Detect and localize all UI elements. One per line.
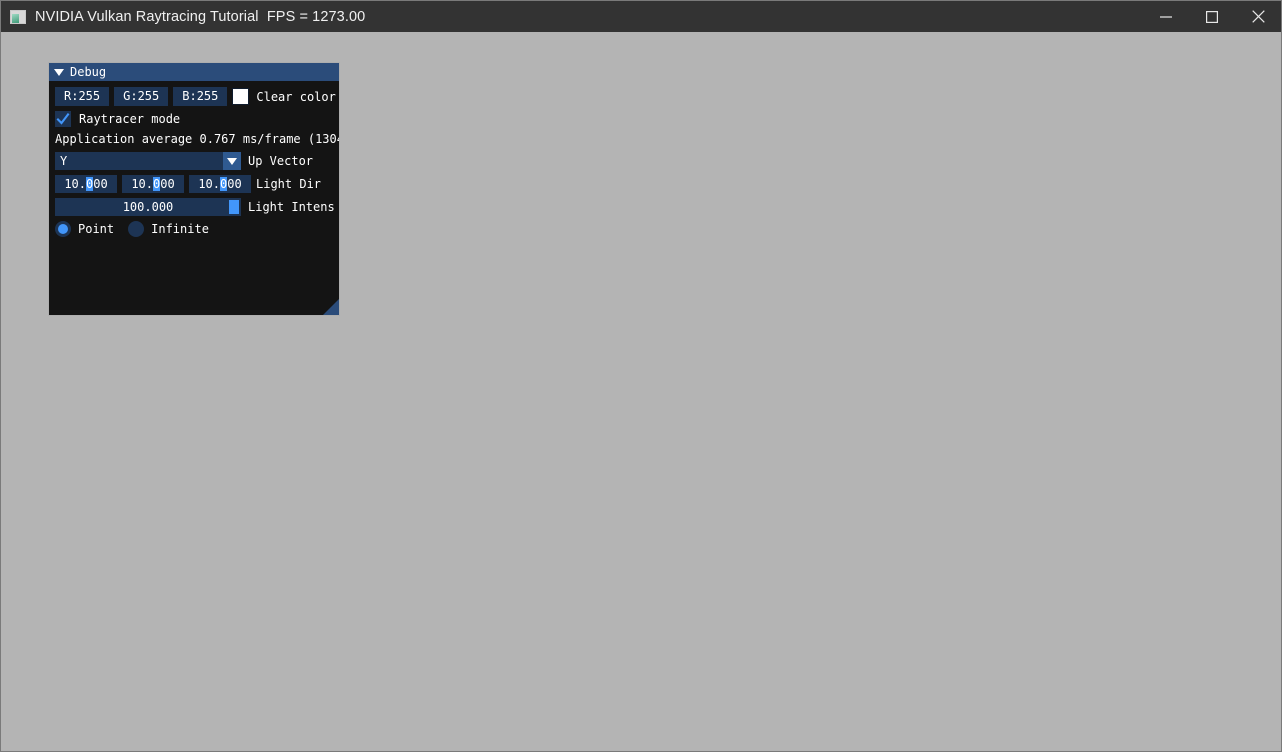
light-intensity-slider[interactable]: 100.000 xyxy=(55,198,241,216)
light-intensity-row: 100.000 Light Intens xyxy=(55,198,339,216)
triangle-down-icon[interactable] xyxy=(54,68,64,76)
light-type-row: Point Infinite xyxy=(55,221,339,237)
minimize-icon xyxy=(1160,11,1172,23)
close-icon xyxy=(1251,10,1265,23)
debug-panel-body: R:255 G:255 B:255 Clear color Raytracer … xyxy=(49,81,339,315)
up-vector-row: Y Up Vector xyxy=(55,152,339,170)
up-vector-label: Up Vector xyxy=(248,154,314,168)
clear-color-g-button[interactable]: G:255 xyxy=(114,87,169,106)
debug-panel: Debug R:255 G:255 B:255 Clear color Rayt… xyxy=(48,62,340,316)
light-intensity-value: 100.000 xyxy=(122,200,174,214)
light-dir-x-prefix: 10. xyxy=(64,177,86,191)
light-dir-y-prefix: 10. xyxy=(131,177,153,191)
debug-panel-title: Debug xyxy=(70,65,107,79)
clear-color-swatch[interactable] xyxy=(232,88,250,105)
maximize-button[interactable] xyxy=(1189,1,1235,32)
light-dir-x-field[interactable]: 10.000 xyxy=(55,175,117,193)
resize-grip-icon[interactable] xyxy=(323,299,339,315)
window-title-text: NVIDIA Vulkan Raytracing Tutorial FPS = … xyxy=(35,8,366,25)
window-app-icon xyxy=(10,9,26,24)
light-dir-y-suffix: 00 xyxy=(160,177,175,191)
clear-color-label: Clear color xyxy=(256,89,336,104)
light-intensity-slider-grab[interactable] xyxy=(229,200,239,214)
raytracer-mode-checkbox[interactable] xyxy=(55,111,71,127)
debug-panel-title-bar[interactable]: Debug xyxy=(49,63,339,81)
light-intensity-label: Light Intens xyxy=(248,200,335,214)
light-type-infinite-radio[interactable] xyxy=(128,221,145,237)
light-type-infinite-label: Infinite xyxy=(151,222,209,236)
render-viewport: Debug R:255 G:255 B:255 Clear color Rayt… xyxy=(1,32,1281,751)
clear-color-r-button[interactable]: R:255 xyxy=(55,87,110,106)
clear-color-b-button[interactable]: B:255 xyxy=(173,87,228,106)
window-controls xyxy=(1143,1,1281,32)
close-button[interactable] xyxy=(1235,1,1281,32)
raytracer-mode-row: Raytracer mode xyxy=(55,111,339,127)
light-type-point-radio[interactable] xyxy=(55,221,71,237)
up-vector-combo[interactable]: Y xyxy=(55,152,241,170)
chevron-down-icon xyxy=(227,157,237,165)
light-type-point-label: Point xyxy=(78,222,115,236)
light-dir-z-field[interactable]: 10.000 xyxy=(189,175,251,193)
light-dir-y-field[interactable]: 10.000 xyxy=(122,175,184,193)
light-dir-z-suffix: 00 xyxy=(227,177,242,191)
maximize-icon xyxy=(1206,10,1218,23)
raytracer-mode-label: Raytracer mode xyxy=(79,112,181,126)
light-dir-z-prefix: 10. xyxy=(198,177,220,191)
application-window: NVIDIA Vulkan Raytracing Tutorial FPS = … xyxy=(0,0,1282,752)
clear-color-row: R:255 G:255 B:255 Clear color xyxy=(55,87,339,106)
light-dir-label: Light Dir xyxy=(256,177,322,191)
up-vector-value: Y xyxy=(60,154,68,168)
window-title-bar[interactable]: NVIDIA Vulkan Raytracing Tutorial FPS = … xyxy=(1,1,1281,32)
light-dir-row: 10.000 10.000 10.000 Light Dir xyxy=(55,175,339,193)
light-dir-x-suffix: 00 xyxy=(93,177,108,191)
up-vector-combo-button[interactable] xyxy=(223,152,241,170)
minimize-button[interactable] xyxy=(1143,1,1189,32)
